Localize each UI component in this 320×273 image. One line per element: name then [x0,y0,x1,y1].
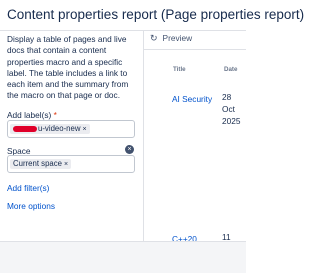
redacted-text [13,125,37,132]
row-date-month: Oct [222,103,235,114]
macro-description: Display a table of pages and live docs t… [7,34,129,101]
labels-field-label: Add label(s) * [7,110,57,120]
labels-input[interactable]: u-video-new × [7,120,135,138]
column-header-date[interactable]: Date [224,66,237,73]
row-date: 28 Oct 2025 [222,92,240,127]
space-chip-remove-icon[interactable]: × [64,161,68,168]
label-chip-remove-icon[interactable]: × [82,126,86,133]
column-header-title[interactable]: Title [173,66,186,73]
more-options-link[interactable]: More options [7,201,55,211]
required-mark: * [53,110,57,120]
tab-preview[interactable]: ↻ Preview [150,33,192,44]
clear-space-icon[interactable]: × [125,145,134,154]
refresh-icon[interactable]: ↻ [150,33,158,43]
dialog-footer [0,241,246,273]
add-filters-link[interactable]: Add filter(s) [7,183,49,193]
row-title-link[interactable]: AI Security [172,94,212,104]
space-input[interactable]: Current space × [7,155,135,173]
space-chip: Current space × [10,159,72,169]
preview-panel [144,49,246,242]
space-chip-text: Current space [13,159,62,168]
label-chip-text: u-video-new [38,124,81,133]
label-chip: u-video-new × [10,124,90,134]
dialog-title: Content properties report (Page properti… [7,7,305,22]
row-date-day: 28 [222,92,232,102]
dialog-header: Content properties report (Page properti… [0,0,304,31]
tab-preview-label: Preview [162,33,193,43]
labels-label-text: Add label(s) [7,110,52,120]
row-date-year: 2025 [222,115,241,126]
